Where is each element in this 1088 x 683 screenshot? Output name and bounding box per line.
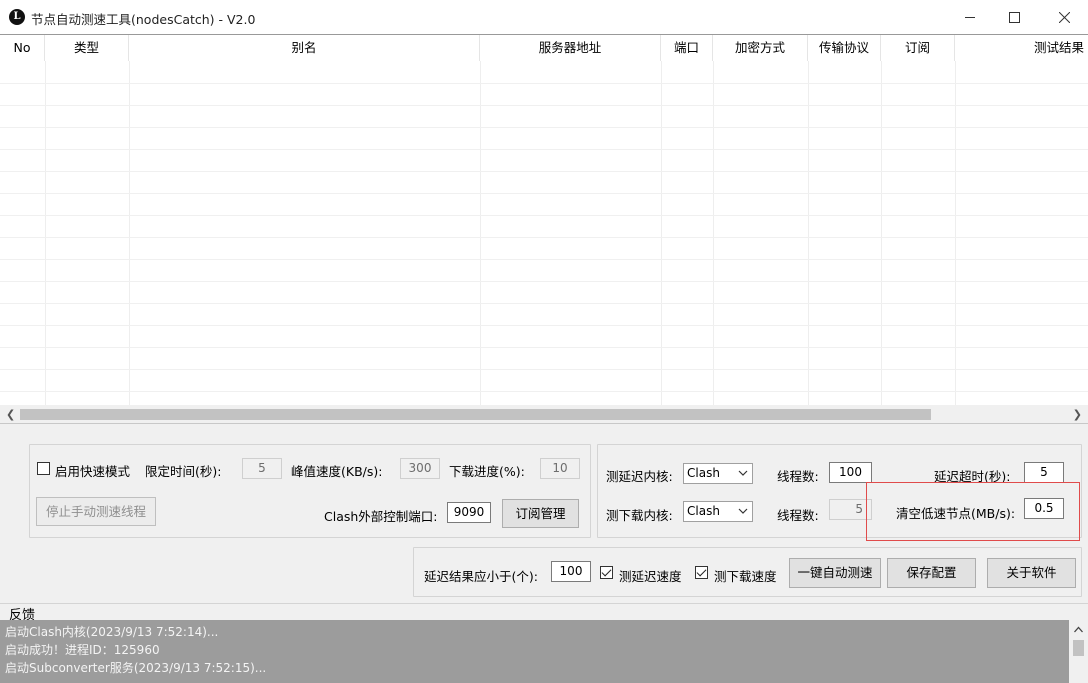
column-header-encryption[interactable]: 加密方式: [713, 35, 808, 61]
table-row: [0, 127, 1088, 128]
window-title: 节点自动测速工具(nodesCatch) - V2.0: [31, 12, 256, 27]
download-core-select[interactable]: Clash: [683, 501, 753, 522]
scroll-up-icon[interactable]: [1074, 626, 1083, 633]
maximize-icon: [1008, 11, 1020, 23]
download-core-label: 测下载内核:: [606, 508, 673, 523]
table-row: [0, 193, 1088, 194]
test-latency-checkbox[interactable]: [600, 566, 613, 579]
chevron-down-icon: [738, 508, 748, 514]
test-download-checkbox[interactable]: [695, 566, 708, 579]
column-divider: [661, 61, 662, 405]
scroll-left-icon[interactable]: ❮: [6, 408, 15, 421]
latency-result-limit-label: 延迟结果应小于(个):: [424, 569, 538, 584]
latency-threads-label: 线程数:: [777, 469, 819, 484]
latency-core-label: 测延迟内核:: [606, 469, 673, 484]
vertical-scrollbar[interactable]: [1069, 620, 1088, 683]
table-row: [0, 303, 1088, 304]
column-divider: [808, 61, 809, 405]
close-icon: [1058, 11, 1070, 23]
feedback-divider: [0, 603, 1088, 604]
table-row: [0, 391, 1088, 392]
minimize-icon: [964, 16, 975, 18]
column-header-port[interactable]: 端口: [661, 35, 713, 61]
maximize-button[interactable]: [990, 0, 1038, 34]
clear-slow-nodes-label: 清空低速节点(MB/s):: [896, 506, 1016, 521]
table-row: [0, 281, 1088, 282]
log-line: 启动Subconverter服务(2023/9/13 7:52:15)...: [5, 661, 267, 675]
column-divider: [45, 61, 46, 405]
column-divider: [713, 61, 714, 405]
clash-port-label: Clash外部控制端口:: [324, 509, 438, 524]
download-threads-label: 线程数:: [777, 508, 819, 523]
log-line: 启动Clash内核(2023/9/13 7:52:14)...: [5, 625, 219, 639]
subscription-manage-button[interactable]: 订阅管理: [502, 499, 579, 528]
chevron-down-icon: [738, 470, 748, 476]
clear-slow-nodes-input[interactable]: 0.5: [1024, 498, 1064, 519]
horizontal-scrollbar[interactable]: ❮ ❯: [0, 405, 1088, 423]
stop-manual-test-button[interactable]: 停止手动测速线程: [36, 497, 156, 526]
download-progress-input[interactable]: 10: [540, 458, 580, 479]
feedback-log[interactable]: 启动Clash内核(2023/9/13 7:52:14)... 启动成功！进程I…: [0, 620, 1088, 683]
table-row: [0, 171, 1088, 172]
table-row: [0, 325, 1088, 326]
minimize-button[interactable]: [946, 0, 994, 34]
scroll-right-icon[interactable]: ❯: [1073, 408, 1082, 421]
column-divider: [881, 61, 882, 405]
title-bar: L 节点自动测速工具(nodesCatch) - V2.0: [0, 0, 1088, 34]
node-table[interactable]: No 类型 别名 服务器地址 端口 加密方式 传输协议 订阅 测试结果 ❮ ❯: [0, 34, 1088, 424]
about-button[interactable]: 关于软件: [987, 558, 1076, 588]
table-row: [0, 259, 1088, 260]
scrollbar-thumb[interactable]: [20, 409, 931, 420]
table-row: [0, 369, 1088, 370]
latency-core-select[interactable]: Clash: [683, 463, 753, 484]
fast-mode-label: 启用快速模式: [55, 464, 131, 479]
app-icon: L: [9, 9, 25, 25]
column-header-no[interactable]: No: [0, 35, 45, 61]
table-row: [0, 83, 1088, 84]
close-button[interactable]: [1040, 0, 1088, 34]
fast-mode-checkbox[interactable]: [37, 462, 50, 475]
time-limit-label: 限定时间(秒):: [145, 464, 222, 479]
auto-test-button[interactable]: 一键自动测速: [789, 558, 881, 588]
test-latency-label: 测延迟速度: [619, 569, 682, 584]
download-core-value: Clash: [687, 504, 720, 518]
column-divider: [129, 61, 130, 405]
save-config-button[interactable]: 保存配置: [887, 558, 976, 588]
download-progress-label: 下载进度(%):: [449, 464, 525, 479]
column-header-result[interactable]: 测试结果: [955, 35, 1088, 61]
latency-core-value: Clash: [687, 466, 720, 480]
table-row: [0, 149, 1088, 150]
peak-speed-input[interactable]: 300: [400, 458, 440, 479]
column-divider: [480, 61, 481, 405]
table-row: [0, 215, 1088, 216]
column-header-server[interactable]: 服务器地址: [480, 35, 661, 61]
latency-result-limit-input[interactable]: 100: [551, 561, 591, 582]
table-row: [0, 347, 1088, 348]
log-line: 启动成功！进程ID：125960: [5, 643, 160, 657]
peak-speed-label: 峰值速度(KB/s):: [291, 464, 383, 479]
column-header-alias[interactable]: 别名: [129, 35, 480, 61]
column-divider: [955, 61, 956, 405]
latency-timeout-input[interactable]: 5: [1024, 462, 1064, 483]
column-header-subscription[interactable]: 订阅: [881, 35, 955, 61]
column-header-type[interactable]: 类型: [45, 35, 129, 61]
latency-threads-input[interactable]: 100: [829, 462, 872, 483]
clash-port-input[interactable]: 9090: [447, 502, 491, 523]
table-row: [0, 237, 1088, 238]
time-limit-input[interactable]: 5: [242, 458, 282, 479]
table-row: [0, 105, 1088, 106]
test-download-label: 测下载速度: [714, 569, 777, 584]
scrollbar-thumb[interactable]: [1073, 640, 1084, 656]
column-header-protocol[interactable]: 传输协议: [808, 35, 881, 61]
